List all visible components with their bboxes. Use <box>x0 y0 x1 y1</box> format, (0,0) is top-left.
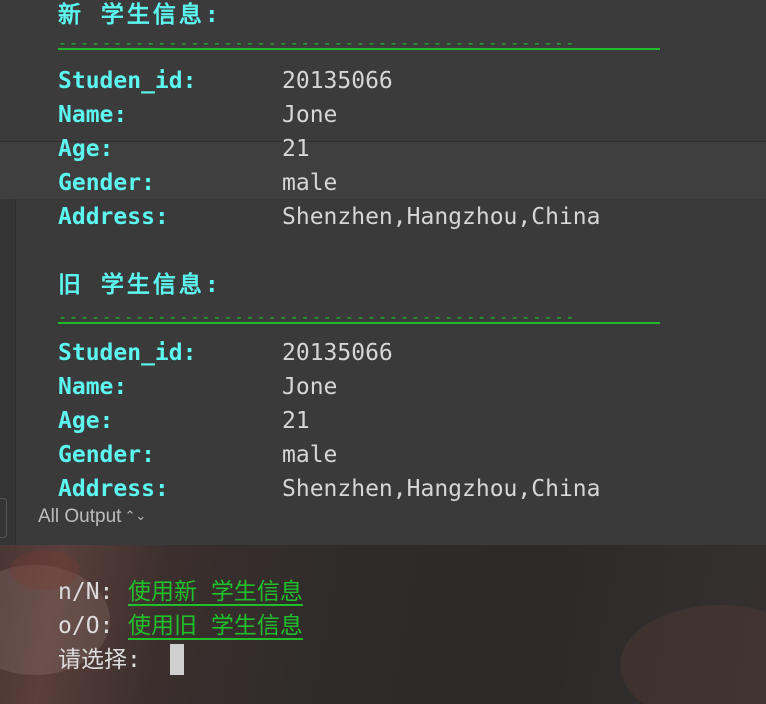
new-divider: ----------------------------------------… <box>58 38 660 50</box>
old-studen-id-value: 20135066 <box>282 340 393 366</box>
old-studen-id-label: Studen_id: <box>58 340 197 366</box>
old-address-value: Shenzhen,Hangzhou,China <box>282 476 601 502</box>
option-new-link[interactable]: 使用新 学生信息 <box>128 575 303 609</box>
new-name-value: Jone <box>282 102 338 128</box>
old-gender-value: male <box>282 442 338 468</box>
choice-prompt: 请选择: <box>58 647 141 673</box>
pane-resize-handle[interactable] <box>0 498 7 538</box>
option-old-link[interactable]: 使用旧 学生信息 <box>128 609 303 643</box>
new-age-label: Age: <box>58 136 114 162</box>
new-address-label: Address: <box>58 204 169 230</box>
new-name-label: Name: <box>58 102 128 128</box>
old-age-label: Age: <box>58 408 114 434</box>
old-student-heading: 旧 学生信息: <box>58 272 222 298</box>
old-name-label: Name: <box>58 374 128 400</box>
output-filter-dropdown[interactable]: All Output ⌃⌄ <box>38 506 146 528</box>
variables-pane-edge <box>0 199 15 545</box>
new-gender-value: male <box>282 170 338 196</box>
old-divider-line <box>58 322 660 324</box>
new-studen-id-label: Studen_id: <box>58 68 197 94</box>
old-name-value: Jone <box>282 374 338 400</box>
new-age-value: 21 <box>282 136 310 162</box>
new-student-heading: 新 学生信息: <box>58 2 222 28</box>
old-address-label: Address: <box>58 476 169 502</box>
new-gender-label: Gender: <box>58 170 155 196</box>
option-new-key: n/N: <box>58 579 128 605</box>
new-divider-line <box>58 48 660 50</box>
old-age-value: 21 <box>282 408 310 434</box>
old-divider: ----------------------------------------… <box>58 312 660 324</box>
old-gender-label: Gender: <box>58 442 155 468</box>
background-shape <box>620 605 766 704</box>
up-down-chevron-icon: ⌃⌄ <box>124 508 147 523</box>
screen: 新 学生信息: --------------------------------… <box>0 0 766 704</box>
output-filter-label: All Output <box>38 506 122 527</box>
new-address-value: Shenzhen,Hangzhou,China <box>282 204 601 230</box>
terminal-cursor[interactable] <box>170 644 184 675</box>
option-old-key: o/O: <box>58 613 128 639</box>
new-studen-id-value: 20135066 <box>282 68 393 94</box>
